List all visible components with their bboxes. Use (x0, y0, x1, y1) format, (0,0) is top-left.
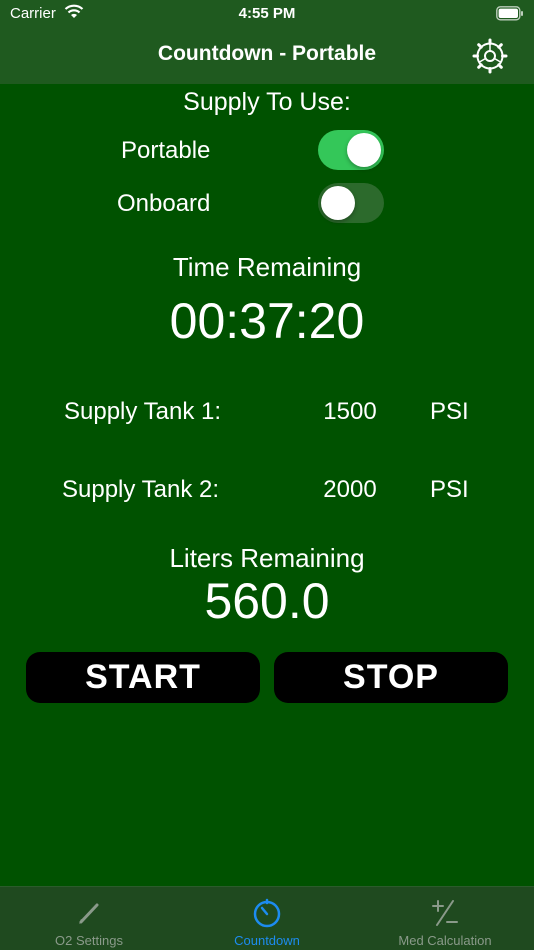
portable-toggle[interactable] (318, 130, 384, 170)
tank-2-unit: PSI (430, 476, 469, 503)
start-button[interactable]: START (26, 652, 260, 703)
tab-label: Countdown (234, 933, 300, 948)
tab-label: O2 Settings (55, 933, 123, 948)
toggle-knob (321, 186, 355, 220)
tab-countdown[interactable]: Countdown (178, 887, 356, 950)
tab-label: Med Calculation (398, 933, 492, 948)
pencil-icon (79, 903, 99, 924)
portable-label: Portable (121, 137, 211, 164)
onboard-toggle[interactable] (318, 183, 384, 223)
status-bar: Carrier 4:55 PM (0, 0, 534, 28)
timer-icon (253, 898, 281, 928)
gear-icon[interactable] (472, 38, 508, 74)
tab-med-calculation[interactable]: Med Calculation (356, 887, 534, 950)
tab-o2-settings[interactable]: O2 Settings (0, 887, 178, 950)
battery-icon (496, 6, 523, 21)
page-title: Countdown - Portable (157, 42, 377, 65)
stop-button[interactable]: STOP (274, 652, 508, 703)
tab-bar: O2 Settings Countdown Med Calculation (0, 886, 534, 950)
liters-remaining-label: Liters Remaining (169, 543, 365, 573)
tank-2-label: Supply Tank 2: (62, 476, 219, 503)
time-remaining-label: Time Remaining (172, 252, 362, 282)
time-remaining-value: 00:37:20 (169, 293, 365, 349)
plus-minus-icon (432, 900, 458, 926)
supply-heading: Supply To Use: (183, 88, 351, 116)
tank-1-unit: PSI (430, 398, 469, 425)
tank-1-label: Supply Tank 1: (64, 398, 221, 425)
toggle-knob (347, 133, 381, 167)
onboard-label: Onboard (117, 190, 211, 217)
tank-2-value[interactable]: 2000 (295, 476, 405, 504)
liters-remaining-value: 560.0 (204, 573, 330, 629)
tank-1-value[interactable]: 1500 (295, 398, 405, 426)
status-time: 4:55 PM (238, 5, 296, 22)
navigation-bar: Countdown - Portable (0, 28, 534, 84)
